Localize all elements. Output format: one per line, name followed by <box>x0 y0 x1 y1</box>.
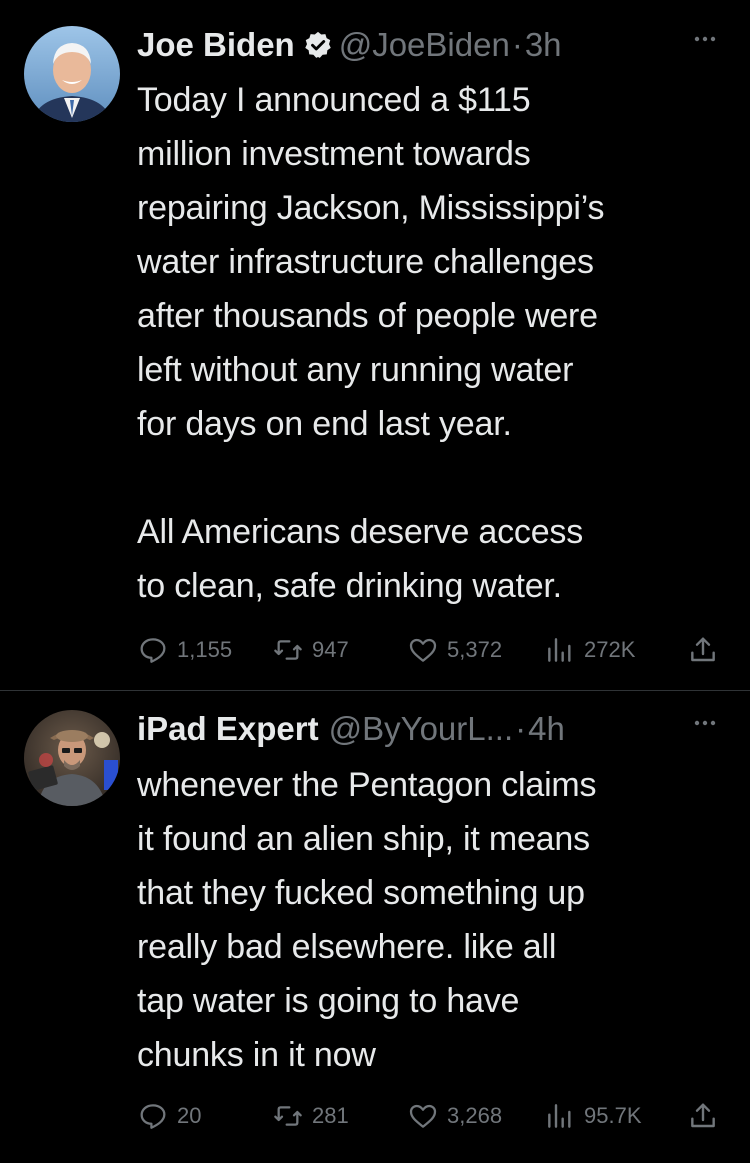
more-icon[interactable] <box>688 24 722 54</box>
timestamp[interactable]: 3h <box>525 26 562 64</box>
retweet-count: 947 <box>312 637 349 662</box>
views-button[interactable]: 272K <box>544 630 635 670</box>
retweet-button[interactable]: 947 <box>272 630 349 670</box>
tweet-text: whenever the Pentagon claims it found an… <box>137 766 597 1074</box>
action-bar: 1,155 947 5,372 272K <box>137 630 727 670</box>
like-button[interactable]: 5,372 <box>407 630 502 670</box>
tweet-header: iPad Expert @ByYourL... · 4h <box>137 704 726 754</box>
verified-badge-icon <box>303 30 333 60</box>
like-count: 5,372 <box>447 637 503 662</box>
separator-dot: · <box>515 710 527 747</box>
views-count: 95.7K <box>584 1103 642 1128</box>
reply-button[interactable]: 1,155 <box>137 630 232 670</box>
heart-icon <box>409 638 437 662</box>
views-count: 272K <box>584 637 636 662</box>
tweet-header: Joe Biden @JoeBiden · 3h <box>137 20 726 70</box>
author-name[interactable]: iPad Expert <box>137 710 319 748</box>
share-icon <box>691 1103 715 1128</box>
reply-count: 20 <box>177 1103 202 1128</box>
reply-icon <box>140 1104 166 1129</box>
heart-icon <box>409 1104 437 1128</box>
share-button[interactable] <box>687 1096 727 1136</box>
tweet[interactable]: Joe Biden @JoeBiden · 3h Today I announc… <box>0 0 750 690</box>
views-icon <box>548 1104 571 1128</box>
tweet-text: Today I announced a $115 million investm… <box>137 81 605 605</box>
share-button[interactable] <box>687 630 727 670</box>
author-handle[interactable]: @ByYourL... <box>329 710 514 748</box>
views-button[interactable]: 95.7K <box>544 1096 642 1136</box>
retweet-button[interactable]: 281 <box>272 1096 349 1136</box>
reply-count: 1,155 <box>177 637 233 662</box>
reply-button[interactable]: 20 <box>137 1096 201 1136</box>
retweet-icon <box>274 1106 302 1126</box>
like-button[interactable]: 3,268 <box>407 1096 502 1136</box>
avatar-photo <box>24 710 120 806</box>
action-bar: 20 281 3,268 95.7K <box>137 1096 727 1136</box>
reply-icon <box>140 638 166 663</box>
more-icon[interactable] <box>688 708 722 738</box>
tweet-divider <box>0 690 750 691</box>
share-icon <box>691 637 715 662</box>
like-count: 3,268 <box>447 1103 503 1128</box>
retweet-count: 281 <box>312 1103 349 1128</box>
avatar[interactable] <box>24 26 120 122</box>
timestamp[interactable]: 4h <box>528 710 565 748</box>
author-handle[interactable]: @JoeBiden <box>339 26 510 64</box>
author-name[interactable]: Joe Biden <box>137 26 295 64</box>
avatar[interactable] <box>24 710 120 806</box>
views-icon <box>548 638 571 662</box>
avatar-photo <box>24 26 120 122</box>
retweet-icon <box>274 640 302 660</box>
tweet[interactable]: iPad Expert @ByYourL... · 4h whenever th… <box>0 692 750 1163</box>
separator-dot: · <box>511 26 523 63</box>
